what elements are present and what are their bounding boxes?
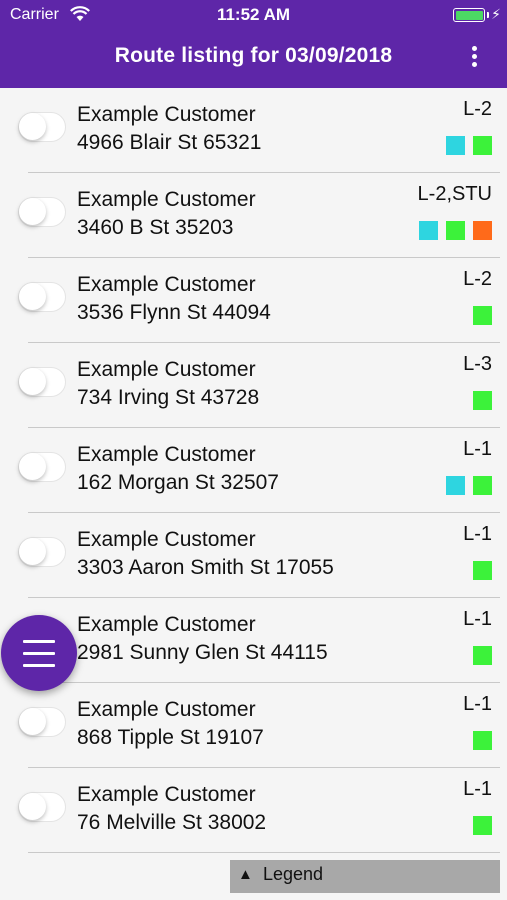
customer-address: 734 Irving St 43728 [77,386,260,409]
clock: 11:52 AM [216,5,291,24]
status-badges [419,221,492,240]
customer-name: Example Customer [77,188,256,211]
customer-name: Example Customer [77,613,256,636]
page-title: Route listing for 03/09/2018 [114,44,393,67]
status-square-green [473,561,492,580]
toggle-switch[interactable] [18,197,66,227]
list-item[interactable]: Example Customer 76 Melville St 38002 L-… [0,768,507,853]
status-square-green [473,646,492,665]
status-square-green [473,391,492,410]
customer-address: 3460 B St 35203 [77,216,234,239]
customer-address: 4966 Blair St 65321 [77,131,262,154]
divider [28,852,500,853]
customer-name: Example Customer [77,528,256,551]
status-badges [446,476,492,495]
route-code: L-1 [463,778,492,800]
toggle-switch[interactable] [18,452,66,482]
toggle-switch[interactable] [18,367,66,397]
customer-name: Example Customer [77,783,256,806]
route-code: L-1 [463,438,492,460]
status-badges [473,646,492,665]
toggle-knob [19,793,46,820]
list-item[interactable]: Example Customer 4966 Blair St 65321 L-2 [0,88,507,173]
legend-bar[interactable]: ▲ Legend [230,860,500,893]
route-code: L-2,STU [417,183,492,205]
status-square-green [473,306,492,325]
route-code: L-2 [463,268,492,290]
customer-name: Example Customer [77,443,256,466]
toggle-knob [19,453,46,480]
toggle-knob [19,538,46,565]
route-code: L-2 [463,98,492,120]
customer-address: 3303 Aaron Smith St 17055 [77,556,334,579]
overflow-menu-icon[interactable] [469,46,479,70]
toggle-switch[interactable] [18,537,66,567]
toggle-switch[interactable] [18,282,66,312]
status-badges [473,731,492,750]
status-square-green [446,221,465,240]
route-code: L-1 [463,693,492,715]
toggle-switch[interactable] [18,112,66,142]
hamburger-menu-button[interactable] [1,615,77,691]
toggle-switch[interactable] [18,792,66,822]
toggle-knob [19,198,46,225]
status-badges [473,306,492,325]
toggle-switch[interactable] [18,707,66,737]
customer-name: Example Customer [77,358,256,381]
status-square-green [473,476,492,495]
route-code: L-1 [463,523,492,545]
charging-icon: ⚡ [491,6,501,22]
toggle-knob [19,368,46,395]
customer-name: Example Customer [77,698,256,721]
list-item[interactable]: Example Customer 868 Tipple St 19107 L-1 [0,683,507,768]
list-item[interactable]: Example Customer 3303 Aaron Smith St 170… [0,513,507,598]
status-square-cyan [446,476,465,495]
customer-address: 162 Morgan St 32507 [77,471,279,494]
battery-icon [453,8,485,22]
customer-address: 76 Melville St 38002 [77,811,267,834]
status-badges [473,561,492,580]
app-header: Carrier 11:52 AM ⚡ Route listing for 03/… [0,0,507,88]
customer-address: 3536 Flynn St 44094 [77,301,271,324]
route-code: L-1 [463,608,492,630]
list-item[interactable]: Example Customer 3460 B St 35203 L-2,STU [0,173,507,258]
list-item[interactable]: Example Customer 3536 Flynn St 44094 L-2 [0,258,507,343]
customer-name: Example Customer [77,273,256,296]
list-item[interactable]: Example Customer 734 Irving St 43728 L-3 [0,343,507,428]
status-square-cyan [419,221,438,240]
expand-up-icon: ▲ [238,866,253,883]
toggle-knob [19,283,46,310]
toggle-knob [19,708,46,735]
status-square-green [473,136,492,155]
customer-address: 2981 Sunny Glen St 44115 [77,641,328,664]
status-badges [473,816,492,835]
status-badges [473,391,492,410]
status-square-cyan [446,136,465,155]
battery-nub [487,12,489,18]
customer-name: Example Customer [77,103,256,126]
route-code: L-3 [463,353,492,375]
status-square-orange [473,221,492,240]
route-list: Example Customer 4966 Blair St 65321 L-2… [0,88,507,853]
status-badges [446,136,492,155]
status-square-green [473,731,492,750]
toggle-knob [19,113,46,140]
list-item[interactable]: Example Customer 2981 Sunny Glen St 4411… [0,598,507,683]
legend-label: Legend [263,864,324,884]
status-bar: Carrier 11:52 AM ⚡ [0,0,507,30]
status-square-green [473,816,492,835]
list-item[interactable]: Example Customer 162 Morgan St 32507 L-1 [0,428,507,513]
customer-address: 868 Tipple St 19107 [77,726,264,749]
